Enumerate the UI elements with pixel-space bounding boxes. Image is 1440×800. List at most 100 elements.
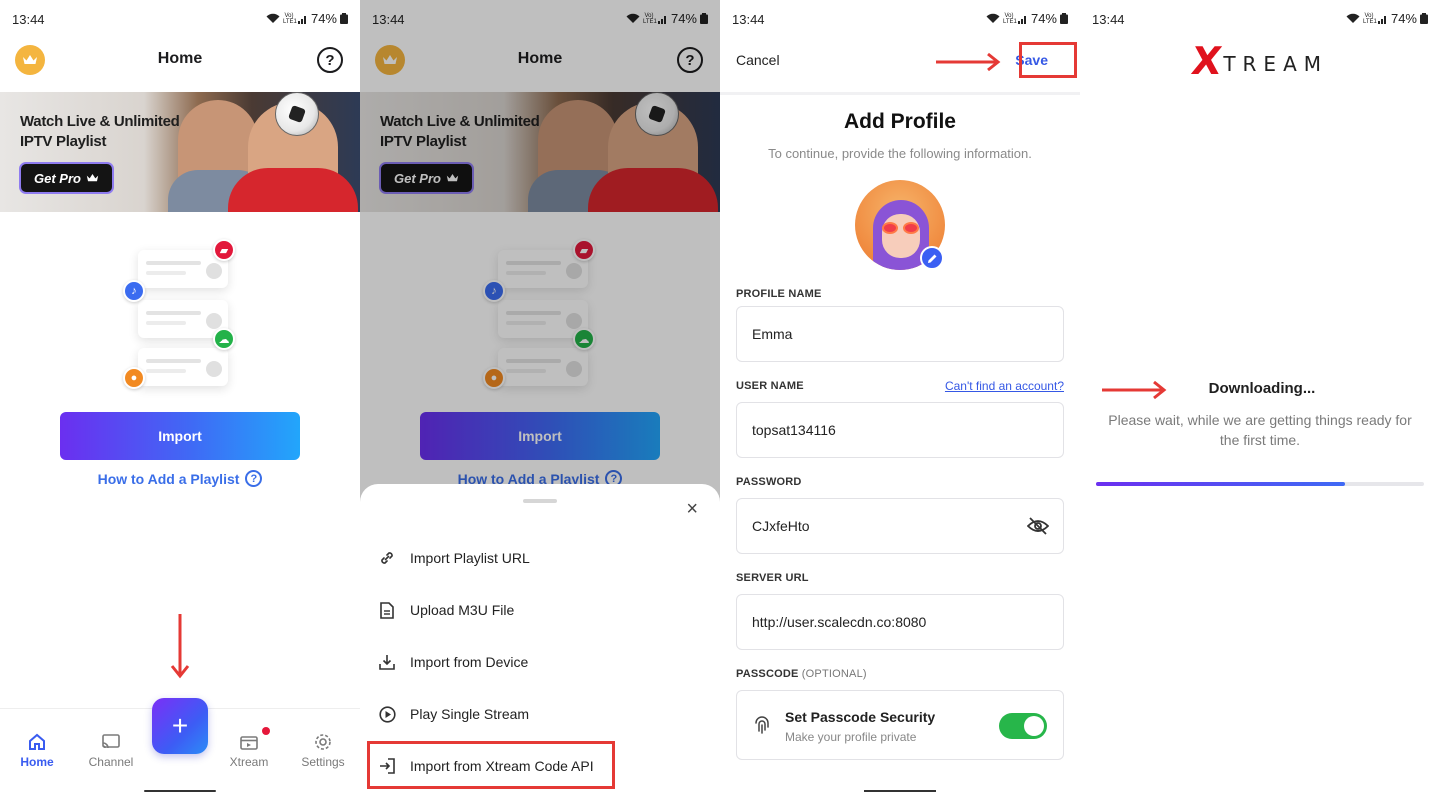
nav-channel-label: Channel bbox=[88, 755, 134, 769]
wifi-icon bbox=[986, 13, 1000, 23]
nav-channel[interactable]: Channel bbox=[75, 731, 147, 769]
pencil-icon bbox=[927, 254, 936, 263]
server-url-field[interactable]: http://user.scalecdn.co:8080 bbox=[736, 594, 1064, 650]
highlight-box-save bbox=[1019, 42, 1077, 78]
password-field[interactable]: CJxfeHto bbox=[736, 498, 1064, 554]
edit-avatar-button[interactable] bbox=[920, 246, 944, 270]
battery-percent: 74% bbox=[310, 11, 337, 26]
upload-m3u-option[interactable]: Upload M3U File bbox=[376, 588, 676, 632]
file-icon bbox=[380, 601, 394, 619]
highlight-box-xtream-option bbox=[367, 741, 615, 789]
password-value: CJxfeHto bbox=[752, 518, 810, 534]
cloud-icon: ☁ bbox=[213, 328, 235, 350]
close-icon[interactable]: × bbox=[686, 498, 698, 521]
home-icon bbox=[29, 733, 45, 750]
fingerprint-icon bbox=[755, 716, 769, 734]
gear-icon bbox=[315, 734, 331, 750]
network-label: Vo) LTE1 bbox=[1362, 12, 1377, 25]
notification-dot bbox=[262, 727, 270, 735]
passcode-toggle[interactable] bbox=[999, 713, 1047, 739]
status-bar: 13:44 Vo) LTE1 74% bbox=[720, 0, 1080, 38]
signal-icon bbox=[297, 15, 306, 24]
downloading-title: Downloading... bbox=[1208, 380, 1316, 397]
how-to-add-playlist-link[interactable]: How to Add a Playlist ? bbox=[0, 470, 360, 487]
option-label: Import from Device bbox=[410, 654, 529, 670]
passcode-security-row: Set Passcode Security Make your profile … bbox=[736, 690, 1064, 760]
option-label: Import Playlist URL bbox=[410, 550, 530, 566]
header-divider bbox=[720, 92, 1080, 95]
passcode-optional-tag: (OPTIONAL) bbox=[801, 668, 867, 680]
get-pro-label: Get Pro bbox=[34, 170, 81, 186]
status-time: 13:44 bbox=[12, 12, 45, 27]
gesture-bar bbox=[144, 790, 216, 792]
music-icon: ♪ bbox=[123, 280, 145, 302]
link-icon bbox=[381, 552, 393, 564]
battery-icon bbox=[1060, 13, 1068, 24]
downloading-screen: 13:44 Vo) LTE1 74% X TREAM Downloading..… bbox=[1080, 0, 1440, 800]
password-label: PASSWORD bbox=[736, 476, 802, 488]
user-name-value: topsat134116 bbox=[752, 422, 836, 438]
status-bar: 13:44 Vo) LTE1 74% bbox=[0, 0, 360, 38]
user-name-label: USER NAME bbox=[736, 380, 804, 392]
profile-name-field[interactable]: Emma bbox=[736, 306, 1064, 362]
status-bar: 13:44 Vo) LTE1 74% bbox=[1080, 0, 1440, 38]
passcode-subtitle: Make your profile private bbox=[785, 730, 917, 744]
status-icons: Vo) LTE1 74% bbox=[266, 11, 348, 26]
logo-text: TREAM bbox=[1223, 52, 1328, 76]
import-button[interactable]: Import bbox=[60, 412, 300, 460]
network-label: Vo) LTE1 bbox=[282, 12, 297, 25]
import-playlist-url-option[interactable]: Import Playlist URL bbox=[376, 536, 676, 580]
gesture-bar bbox=[864, 790, 936, 792]
page-title: Add Profile bbox=[843, 110, 956, 133]
nav-settings-label: Settings bbox=[301, 755, 345, 769]
signal-icon bbox=[1377, 15, 1386, 24]
download-icon bbox=[379, 655, 395, 670]
battery-icon bbox=[1420, 13, 1428, 24]
nav-xtream[interactable]: Xtream bbox=[213, 731, 285, 769]
passcode-label-text: PASSCODE bbox=[736, 668, 799, 680]
status-icons: Vo) LTE1 74% bbox=[1346, 11, 1428, 26]
red-arrow-right bbox=[936, 52, 1001, 72]
empty-playlist-illustration: ▰ ♪ ☁ ● bbox=[120, 238, 250, 393]
battery-percent: 74% bbox=[1390, 11, 1417, 26]
question-icon: ? bbox=[325, 51, 335, 69]
basketball-icon: ● bbox=[123, 367, 145, 389]
sheet-drag-handle[interactable] bbox=[523, 499, 557, 503]
option-label: Play Single Stream bbox=[410, 706, 530, 722]
network-label: Vo) LTE1 bbox=[1002, 12, 1017, 25]
passcode-label: PASSCODE (OPTIONAL) bbox=[736, 668, 867, 680]
nav-home-label: Home bbox=[20, 755, 54, 769]
get-pro-button[interactable]: Get Pro bbox=[19, 162, 114, 194]
cancel-button[interactable]: Cancel bbox=[736, 52, 780, 68]
page-subtitle: To continue, provide the following infor… bbox=[768, 146, 1032, 161]
play-circle-icon bbox=[378, 705, 396, 723]
passcode-title: Set Passcode Security bbox=[785, 709, 936, 725]
wifi-icon bbox=[266, 13, 280, 23]
profile-name-value: Emma bbox=[752, 326, 793, 342]
status-time: 13:44 bbox=[1092, 12, 1125, 27]
crown-icon bbox=[86, 173, 99, 182]
nav-settings[interactable]: Settings bbox=[287, 731, 359, 769]
play-single-stream-option[interactable]: Play Single Stream bbox=[376, 692, 676, 736]
how-to-label: How to Add a Playlist bbox=[97, 470, 240, 487]
cant-find-account-link[interactable]: Can't find an account? bbox=[945, 379, 1064, 393]
downloading-subtitle: Please wait, while we are getting things… bbox=[1108, 412, 1412, 448]
nav-home[interactable]: Home bbox=[1, 731, 73, 769]
question-icon: ? bbox=[245, 470, 263, 487]
cast-icon bbox=[102, 734, 120, 749]
import-from-device-option[interactable]: Import from Device bbox=[376, 640, 676, 684]
profile-name-label: PROFILE NAME bbox=[736, 288, 822, 300]
red-arrow-down bbox=[170, 614, 190, 679]
soccer-ball-image bbox=[275, 92, 319, 136]
user-name-field[interactable]: topsat134116 bbox=[736, 402, 1064, 458]
import-sheet-screen: 13:44 Vo) LTE1 74% Home ? Watch Live & U… bbox=[360, 0, 720, 800]
help-button[interactable]: ? bbox=[317, 47, 343, 73]
eye-off-icon[interactable] bbox=[1027, 517, 1049, 535]
clapper-icon bbox=[240, 736, 258, 750]
add-playlist-fab[interactable]: + bbox=[152, 698, 208, 754]
promo-banner[interactable]: Watch Live & Unlimited IPTV Playlist Get… bbox=[0, 92, 360, 212]
page-title: Home bbox=[157, 50, 203, 67]
home-screen: 13:44 Vo) LTE1 74% Home ? Watch Live & U… bbox=[0, 0, 360, 800]
battery-icon bbox=[340, 13, 348, 24]
xtream-logo: X TREAM bbox=[1080, 39, 1440, 83]
